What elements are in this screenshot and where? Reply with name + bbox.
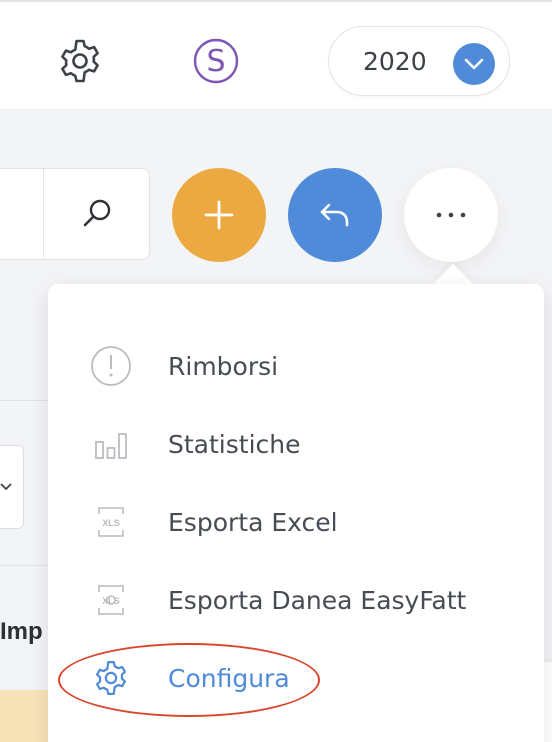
highlight-annotation xyxy=(58,643,320,717)
highlighted-row xyxy=(0,690,48,742)
xls-export-icon: XLS xyxy=(88,577,134,623)
menu-item-esporta-danea[interactable]: XLS Esporta Danea EasyFatt xyxy=(88,570,528,630)
add-button[interactable] xyxy=(172,168,266,262)
plus-icon xyxy=(204,200,234,230)
chevron-down-icon xyxy=(0,483,12,491)
menu-item-statistiche[interactable]: Statistiche xyxy=(88,414,528,474)
year-selector[interactable]: 2020 xyxy=(328,26,510,96)
menu-item-label: Statistiche xyxy=(168,429,301,459)
menu-item-label: Esporta Danea EasyFatt xyxy=(168,585,467,615)
ellipsis-icon xyxy=(436,212,466,218)
menu-item-rimborsi[interactable]: Rimborsi xyxy=(88,336,528,396)
profile-initial: S xyxy=(206,43,226,79)
column-header: Imp xyxy=(0,618,43,645)
menu-item-label: Rimborsi xyxy=(168,351,279,381)
search-button[interactable] xyxy=(77,194,117,234)
search-divider xyxy=(43,169,44,259)
back-button[interactable] xyxy=(288,168,382,262)
menu-item-label: Esporta Excel xyxy=(168,507,338,537)
reply-icon xyxy=(320,203,349,227)
xls-file-icon: XLS xyxy=(88,499,134,545)
svg-text:XLS: XLS xyxy=(102,596,120,606)
bar-chart-icon xyxy=(88,421,134,467)
filter-dropdown[interactable] xyxy=(0,445,24,529)
more-options-button[interactable] xyxy=(404,168,498,262)
gear-icon xyxy=(61,39,99,83)
year-value: 2020 xyxy=(363,47,427,76)
table-divider xyxy=(0,565,48,566)
menu-item-esporta-excel[interactable]: XLS Esporta Excel xyxy=(88,492,528,552)
settings-button[interactable] xyxy=(55,36,105,86)
table-divider xyxy=(0,400,48,401)
alert-circle-icon xyxy=(88,343,134,389)
search-icon xyxy=(83,199,111,227)
profile-badge[interactable]: S xyxy=(191,36,241,86)
year-chevron-button[interactable] xyxy=(453,43,495,85)
chevron-down-icon xyxy=(464,58,484,70)
svg-text:XLS: XLS xyxy=(102,518,120,528)
search-field[interactable] xyxy=(0,168,150,260)
top-bar: S 2020 xyxy=(0,0,552,110)
